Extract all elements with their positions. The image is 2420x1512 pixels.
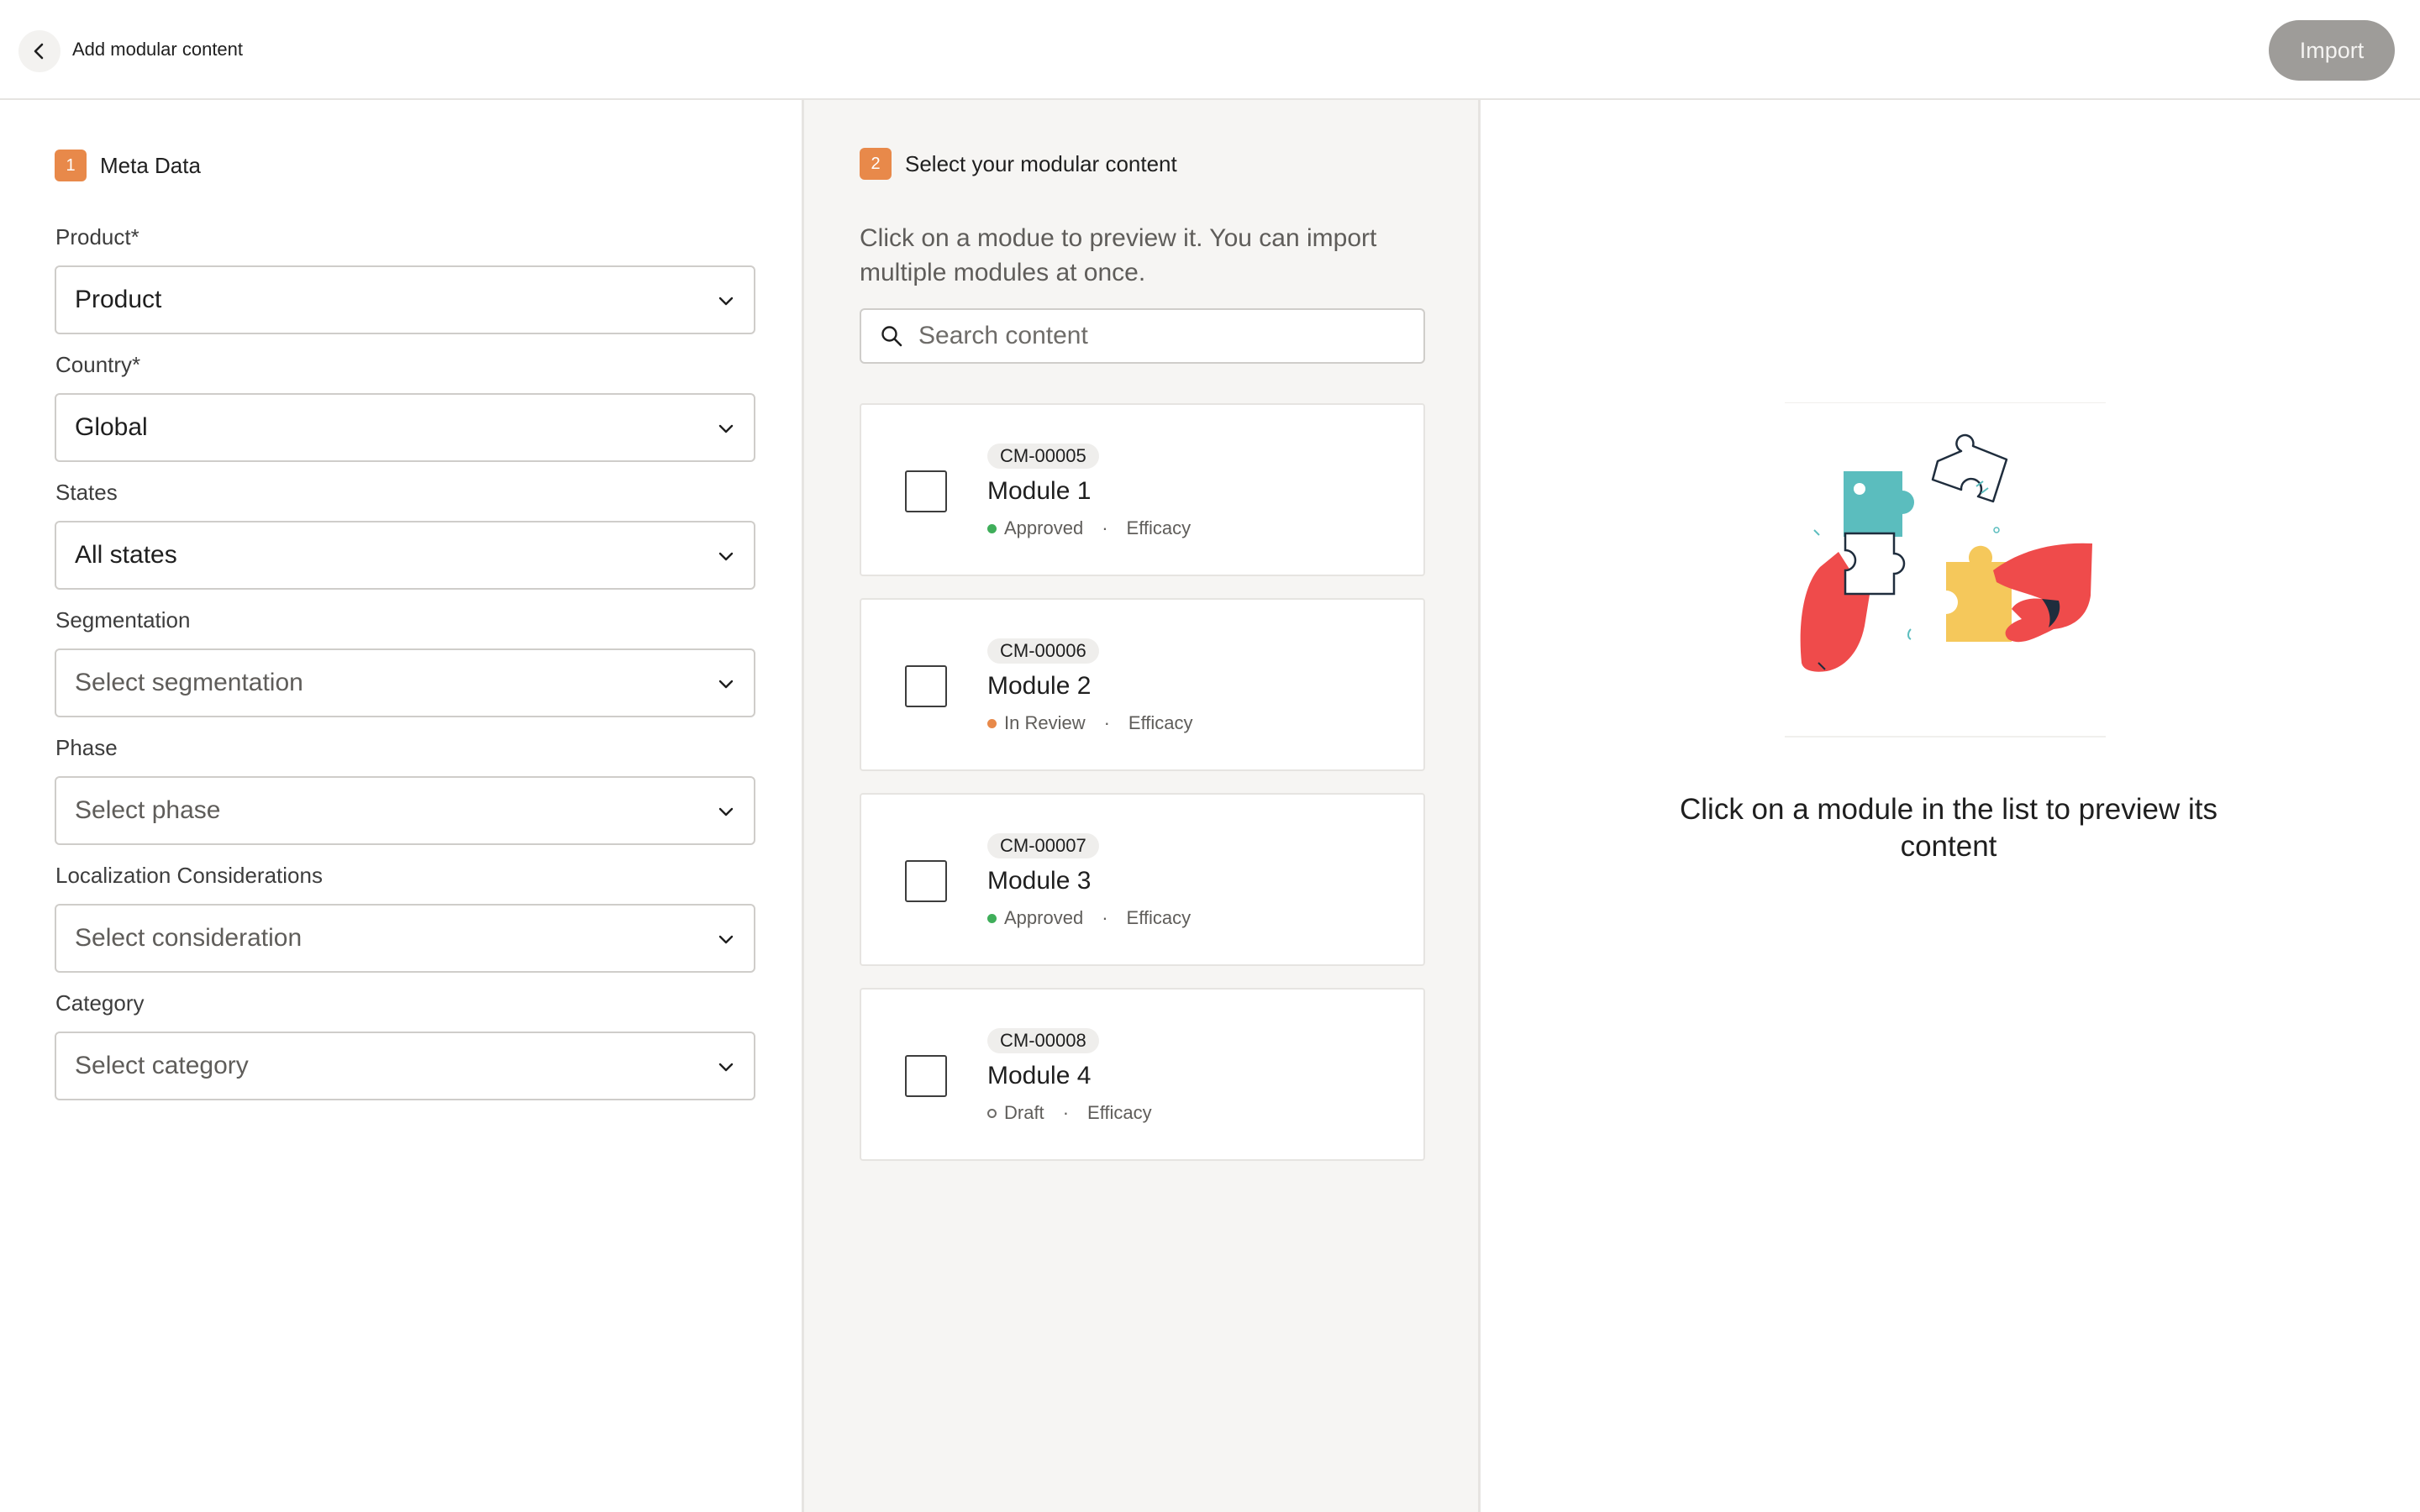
country-label: Country* <box>55 352 141 377</box>
back-button[interactable] <box>18 30 60 72</box>
status-in-review-dot-icon <box>987 718 997 728</box>
category-select[interactable]: Select category <box>55 1032 755 1100</box>
meta-separator: · <box>1102 517 1108 538</box>
step-number-badge: 2 <box>860 148 892 180</box>
top-bar: Add modular content Import <box>0 0 2420 100</box>
localization-select[interactable]: Select consideration <box>55 904 755 973</box>
chevron-left-icon <box>34 43 44 60</box>
meta-separator: · <box>1062 1102 1070 1123</box>
chevron-down-icon <box>718 1063 734 1072</box>
module-selection-panel: 2 Select your modular content Click on a… <box>804 100 1481 1512</box>
search-box[interactable] <box>860 308 1425 364</box>
meta-data-step-header: 1 Meta Data <box>55 150 201 181</box>
module-name: Module 1 <box>987 477 1092 505</box>
product-select[interactable]: Product <box>55 265 755 334</box>
module-tag: Efficacy <box>1087 1102 1152 1123</box>
chevron-down-icon <box>718 680 734 689</box>
module-tag: Efficacy <box>1126 517 1192 538</box>
module-status: Draft <box>1004 1102 1044 1123</box>
product-select-value: Product <box>75 286 162 313</box>
module-name: Module 3 <box>987 867 1092 895</box>
module-card[interactable]: CM-00005 Module 1 Approved · Efficacy <box>860 403 1425 576</box>
module-card[interactable]: CM-00007 Module 3 Approved · Efficacy <box>860 793 1425 966</box>
module-checkbox[interactable] <box>905 1055 947 1097</box>
step-number-badge: 1 <box>55 150 87 181</box>
localization-label: Localization Considerations <box>55 863 323 888</box>
chevron-down-icon <box>718 552 734 561</box>
module-card[interactable]: CM-00006 Module 2 In Review · Efficacy <box>860 598 1425 771</box>
puzzle-hands-illustration <box>1785 402 2106 738</box>
preview-panel: Click on a module in the list to preview… <box>1481 100 2420 1512</box>
module-status: Approved <box>1004 907 1084 928</box>
status-approved-dot-icon <box>987 913 997 923</box>
module-card[interactable]: CM-00008 Module 4 Draft · Efficacy <box>860 988 1425 1161</box>
empty-preview-message: Click on a module in the list to preview… <box>1680 793 2217 863</box>
phase-select-value: Select phase <box>75 796 221 824</box>
module-code: CM-00006 <box>987 638 1099 664</box>
status-draft-dot-icon <box>987 1108 997 1118</box>
module-name: Module 2 <box>987 672 1092 700</box>
module-meta: Approved · Efficacy <box>987 517 1191 539</box>
product-label: Product* <box>55 224 139 249</box>
module-tag: Efficacy <box>1128 712 1193 733</box>
category-label: Category <box>55 990 145 1016</box>
chevron-down-icon <box>718 297 734 306</box>
meta-data-panel: 1 Meta Data Product* Product Country* Gl… <box>0 100 804 1512</box>
step-label: Select your modular content <box>905 150 1177 176</box>
states-label: States <box>55 480 118 505</box>
states-select[interactable]: All states <box>55 521 755 590</box>
module-status: Approved <box>1004 517 1084 538</box>
step-label: Meta Data <box>100 152 201 178</box>
chevron-down-icon <box>718 935 734 944</box>
module-checkbox[interactable] <box>905 665 947 707</box>
meta-separator: · <box>1102 907 1108 928</box>
module-meta: Draft · Efficacy <box>987 1102 1152 1124</box>
segmentation-label: Segmentation <box>55 607 191 633</box>
module-tag: Efficacy <box>1126 907 1192 928</box>
selection-hint: Click on a modue to preview it. You can … <box>860 224 1377 286</box>
module-name: Module 4 <box>987 1062 1092 1089</box>
localization-select-value: Select consideration <box>75 924 302 952</box>
module-code: CM-00005 <box>987 444 1099 469</box>
module-step-header: 2 Select your modular content <box>860 148 1177 180</box>
search-input[interactable] <box>918 322 1389 350</box>
import-button[interactable]: Import <box>2269 20 2395 81</box>
country-select[interactable]: Global <box>55 393 755 462</box>
states-select-value: All states <box>75 541 177 569</box>
chevron-down-icon <box>718 424 734 433</box>
status-approved-dot-icon <box>987 523 997 533</box>
module-code: CM-00008 <box>987 1028 1099 1053</box>
category-select-value: Select category <box>75 1052 249 1079</box>
segmentation-select-value: Select segmentation <box>75 669 303 696</box>
search-icon <box>881 326 902 347</box>
module-meta: Approved · Efficacy <box>987 907 1191 929</box>
module-meta: In Review · Efficacy <box>987 712 1193 734</box>
chevron-down-icon <box>718 807 734 816</box>
module-status: In Review <box>1004 712 1086 733</box>
segmentation-select[interactable]: Select segmentation <box>55 648 755 717</box>
module-checkbox[interactable] <box>905 860 947 902</box>
meta-separator: · <box>1103 712 1110 733</box>
phase-select[interactable]: Select phase <box>55 776 755 845</box>
page-title: Add modular content <box>72 39 244 60</box>
country-select-value: Global <box>75 413 148 441</box>
module-checkbox[interactable] <box>905 470 947 512</box>
module-code: CM-00007 <box>987 833 1099 858</box>
phase-label: Phase <box>55 735 118 760</box>
